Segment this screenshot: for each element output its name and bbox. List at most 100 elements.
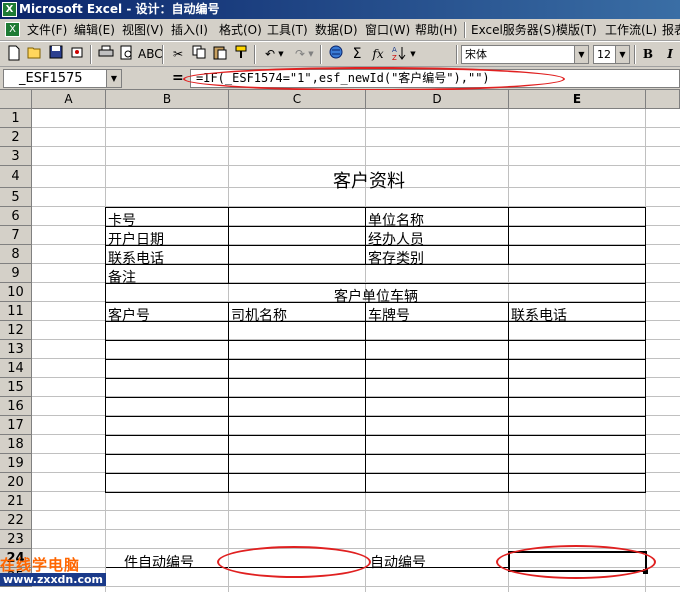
row-header-5[interactable]: 5 [0,188,32,207]
name-box[interactable]: _ESF1575 ▼ [3,69,122,88]
row-header-2[interactable]: 2 [0,128,32,147]
menu-excel-server[interactable]: Excel服务器(S) [471,19,556,40]
toolbar-separator [320,45,322,64]
copy-icon[interactable] [189,45,209,64]
watermark-url: www.zxxdn.com [0,573,106,586]
toolbar-separator [456,45,458,64]
watermark-text: 在线学电脑 [0,556,81,574]
label-phone: 联系电话 [108,251,164,267]
menu-file[interactable]: 文件(F) [27,19,67,40]
row-header-3[interactable]: 3 [0,147,32,166]
header-driver-name: 司机名称 [231,308,287,324]
table-border [105,264,646,265]
title-bar: X Microsoft Excel - 设计：自动编号 [0,0,680,19]
spelling-icon[interactable]: ABC [138,45,163,64]
row-header-16[interactable]: 16 [0,397,32,416]
label-handler: 经办人员 [368,232,424,248]
hyperlink-icon[interactable] [326,45,346,64]
table-border [105,435,646,436]
table-border [365,302,366,493]
font-name-select[interactable]: 宋体 ▼ [461,45,589,64]
table-border [106,567,228,568]
svg-text:Z: Z [392,54,397,61]
label-auto-number-condition: 件自动编号 [124,555,194,571]
table-border [645,207,646,493]
format-painter-icon[interactable] [231,45,251,64]
row-header-6[interactable]: 6 [0,207,32,226]
new-icon[interactable] [4,45,24,64]
menu-format[interactable]: 格式(O) [219,19,262,40]
menu-edit[interactable]: 编辑(E) [74,19,115,40]
row-header-20[interactable]: 20 [0,473,32,492]
row-header-11[interactable]: 11 [0,302,32,321]
open-icon[interactable] [25,45,45,64]
sort-ascending-icon[interactable]: AZ [389,45,409,64]
row-header-8[interactable]: 8 [0,245,32,264]
row-header-21[interactable]: 21 [0,492,32,511]
row-header-12[interactable]: 12 [0,321,32,340]
italic-button[interactable]: I [660,45,680,64]
row-header-22[interactable]: 22 [0,511,32,530]
row-header-23[interactable]: 23 [0,530,32,549]
cut-icon[interactable]: ✂ [168,45,188,64]
row-header-14[interactable]: 14 [0,359,32,378]
row-header-13[interactable]: 13 [0,340,32,359]
label-unit-name: 单位名称 [368,213,424,229]
toolbar-separator [162,45,164,64]
menu-view[interactable]: 视图(V) [122,19,164,40]
row-header-15[interactable]: 15 [0,378,32,397]
menu-workflow[interactable]: 工作流(L) [605,19,657,40]
column-header-e[interactable]: E [509,90,646,109]
menu-tools[interactable]: 工具(T) [267,19,308,40]
menu-help[interactable]: 帮助(H) [415,19,457,40]
column-header-b[interactable]: B [106,90,229,109]
menu-insert[interactable]: 插入(I) [171,19,208,40]
menu-window[interactable]: 窗口(W) [365,19,410,40]
font-size-select[interactable]: 12 ▼ [593,45,630,64]
bold-button[interactable]: B [638,45,658,64]
column-header-d[interactable]: D [366,90,509,109]
worksheet-grid[interactable]: A B C D E 1 2 3 4 5 6 7 8 9 10 11 12 13 14 15 16 17 18 19 2… [0,90,680,592]
row-header-7[interactable]: 7 [0,226,32,245]
highlight-oval-c24 [217,546,371,578]
row-header-19[interactable]: 19 [0,454,32,473]
row-header-1[interactable]: 1 [0,109,32,128]
label-remark: 备注 [108,270,136,286]
undo-dropdown-icon[interactable]: ▼ [276,45,286,64]
table-border [105,283,646,284]
autosum-icon[interactable]: Σ [347,45,367,64]
row-header-4[interactable]: 4 [0,166,32,188]
print-icon[interactable] [96,45,116,64]
select-all-corner[interactable] [0,90,32,109]
permission-icon[interactable] [67,45,87,64]
sort-dropdown-icon[interactable]: ▼ [408,45,418,64]
table-border [228,207,229,265]
redo-dropdown-icon[interactable]: ▼ [306,45,316,64]
column-header-a[interactable]: A [32,90,106,109]
chevron-down-icon[interactable]: ▼ [574,46,588,63]
row-header-10[interactable]: 10 [0,283,32,302]
row-header-18[interactable]: 18 [0,435,32,454]
print-preview-icon[interactable] [117,45,137,64]
chevron-down-icon[interactable]: ▼ [106,70,121,87]
table-border [105,416,646,417]
workbook-icon[interactable]: X [5,22,20,37]
font-name-value: 宋体 [465,48,487,61]
label-vehicles-section: 客户单位车辆 [334,289,418,305]
table-border [105,378,646,379]
table-border [105,473,646,474]
column-header-f[interactable] [646,90,680,109]
column-header-c[interactable]: C [229,90,366,109]
chevron-down-icon[interactable]: ▼ [615,46,629,63]
menu-data[interactable]: 数据(D) [315,19,358,40]
menu-template[interactable]: 模版(T) [556,19,597,40]
table-border [105,454,646,455]
insert-function-icon[interactable]: fx [368,45,388,64]
row-header-9[interactable]: 9 [0,264,32,283]
table-border [366,567,508,568]
menu-report[interactable]: 报表 [662,19,680,40]
save-icon[interactable] [46,45,66,64]
table-border [105,492,646,493]
paste-icon[interactable] [210,45,230,64]
row-header-17[interactable]: 17 [0,416,32,435]
